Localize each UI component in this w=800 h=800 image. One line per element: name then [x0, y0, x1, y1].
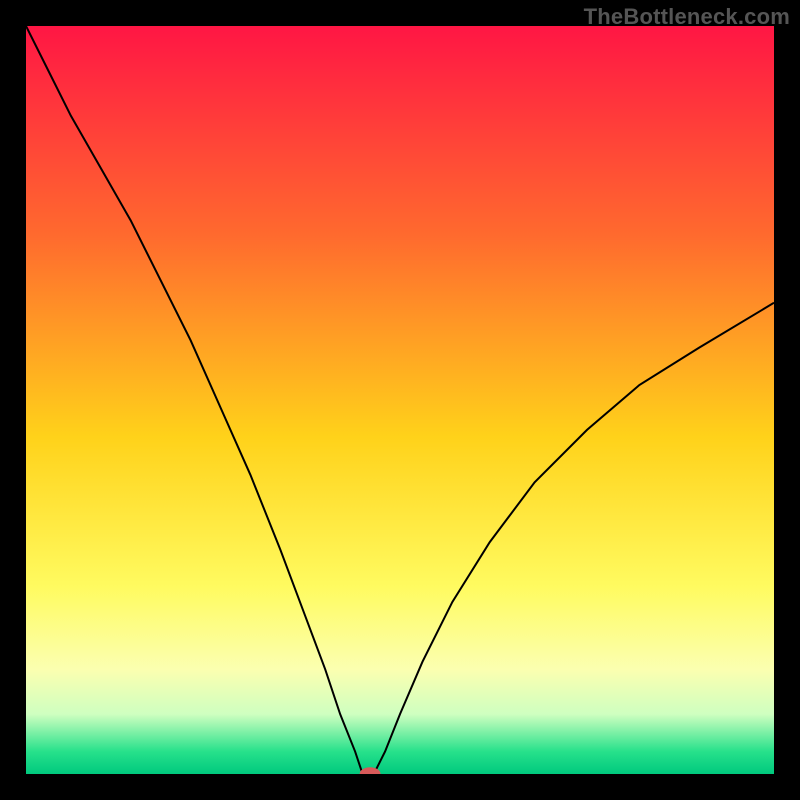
chart-plot-area [26, 26, 774, 774]
chart-background [26, 26, 774, 774]
chart-frame: TheBottleneck.com [0, 0, 800, 800]
chart-svg [26, 26, 774, 774]
